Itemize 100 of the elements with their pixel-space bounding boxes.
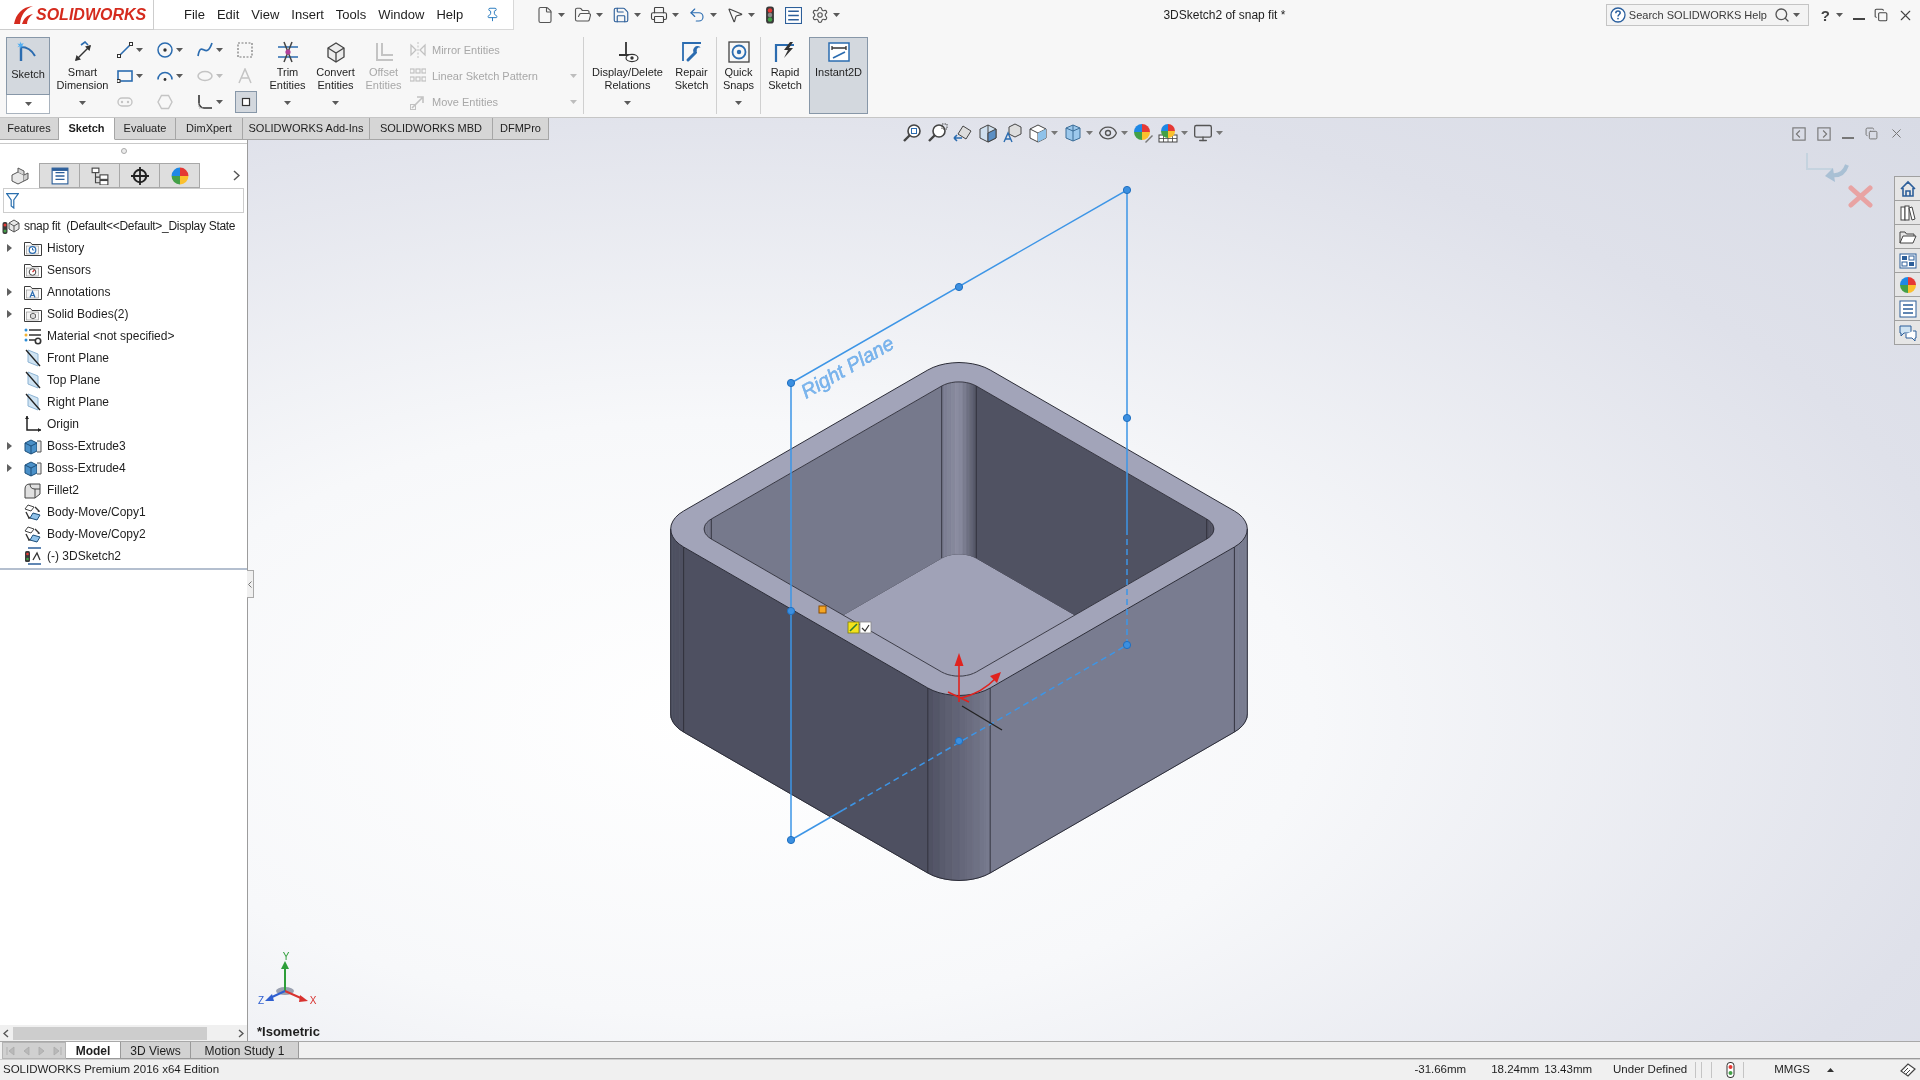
tree-item[interactable]: Sensors xyxy=(0,259,247,281)
pin-button[interactable] xyxy=(485,7,501,22)
part-icon xyxy=(2,217,21,235)
instant2d-button[interactable]: Instant2D xyxy=(809,37,868,114)
tree-item[interactable]: Body-Move/Copy2 xyxy=(0,523,247,545)
zoom-area-icon xyxy=(928,123,948,143)
menu-item[interactable]: Help xyxy=(430,8,470,21)
display-delete-relations-button[interactable]: Display/Delete Relations xyxy=(588,37,667,114)
circle-icon xyxy=(157,42,173,58)
tree-item[interactable]: Annotations xyxy=(0,281,247,303)
tree-item[interactable]: History xyxy=(0,237,247,259)
expand-arrow-icon xyxy=(7,442,12,450)
tree-item[interactable]: Boss-Extrude4 xyxy=(0,457,247,479)
manager-tab[interactable] xyxy=(40,163,80,188)
menu-item[interactable]: File xyxy=(178,8,211,21)
tree-item[interactable]: Top Plane xyxy=(0,369,247,391)
sketch-status: Under Defined xyxy=(1613,1062,1688,1078)
zoom-area-button[interactable] xyxy=(928,123,948,143)
tree-item[interactable]: Solid Bodies(2) xyxy=(0,303,247,325)
move-copy-icon xyxy=(24,525,42,543)
view-close-button[interactable] xyxy=(1889,126,1904,141)
smart-dimension-button[interactable]: Smart Dimension xyxy=(54,37,111,114)
tree-item[interactable]: Front Plane xyxy=(0,347,247,369)
tree-item[interactable]: Material <not specified> xyxy=(0,325,247,347)
menu-item[interactable]: Tools xyxy=(329,8,373,21)
coordinate-readout: 13.43mm xyxy=(1544,1062,1593,1078)
view-restore-button[interactable] xyxy=(1865,127,1878,140)
previous-view-button[interactable] xyxy=(953,123,973,143)
rapid-sketch-button[interactable]: Rapid Sketch xyxy=(765,37,805,114)
view-settings-button[interactable] xyxy=(1193,123,1223,143)
manager-tab[interactable] xyxy=(80,163,120,188)
unit-system-button[interactable]: MMGS xyxy=(1774,1061,1834,1079)
cube-folder-icon xyxy=(24,305,42,323)
model-view-tab[interactable]: Motion Study 1 xyxy=(191,1042,299,1059)
monitor-icon xyxy=(1193,123,1213,143)
ribbon-tab[interactable]: SOLIDWORKS Add-Ins xyxy=(243,118,370,140)
sketch-button[interactable]: Sketch xyxy=(6,37,50,95)
apply-scene-button[interactable] xyxy=(1158,123,1188,143)
menu-item[interactable]: Edit xyxy=(210,8,246,21)
tree-item[interactable]: (-) 3DSketch2 xyxy=(0,545,247,567)
list-tab[interactable] xyxy=(1895,297,1920,321)
model-view-tab[interactable]: Model xyxy=(66,1042,121,1059)
tree-item[interactable]: Body-Move/Copy1 xyxy=(0,501,247,523)
sketch-point-icon[interactable] xyxy=(786,835,796,845)
sketch-point-icon[interactable] xyxy=(786,378,796,388)
edit-appearance-button[interactable] xyxy=(1133,123,1153,143)
quick-snaps-button[interactable]: Quick Snaps xyxy=(721,37,756,114)
search-box[interactable]: Search SOLIDWORKS Help xyxy=(1605,4,1809,26)
repair-sketch-button[interactable]: Repair Sketch xyxy=(671,37,712,114)
ribbon-tab[interactable]: Evaluate xyxy=(115,118,176,140)
dynamic-annotation-button[interactable] xyxy=(1003,123,1023,143)
display-style-button[interactable] xyxy=(1063,123,1093,143)
convert-entities-button[interactable]: Convert Entities xyxy=(313,37,358,114)
menu-item[interactable]: Window xyxy=(372,8,431,21)
tree-item[interactable]: Fillet2 xyxy=(0,479,247,501)
sketch-point-icon[interactable] xyxy=(1122,413,1132,423)
plane-icon xyxy=(24,371,42,389)
circle-button[interactable] xyxy=(155,39,185,61)
view-orientation-button[interactable] xyxy=(1028,123,1058,143)
point-button[interactable] xyxy=(235,91,257,113)
sketch-point-icon[interactable] xyxy=(786,606,796,616)
restore-button[interactable] xyxy=(1874,8,1888,22)
ribbon-tab[interactable]: DFMPro xyxy=(493,118,549,140)
tree-root-item[interactable]: snap fit (Default<<Default>_Display State xyxy=(0,215,247,237)
scrollbar-thumb[interactable] xyxy=(13,1026,207,1040)
model-view-tab[interactable]: 3D Views xyxy=(121,1042,191,1059)
annotated-cube-icon xyxy=(1003,123,1023,143)
sketch-line[interactable] xyxy=(961,705,1003,731)
tree-item[interactable]: Origin xyxy=(0,413,247,435)
tree-structure-icon xyxy=(90,166,109,185)
menu-item[interactable]: Insert xyxy=(285,8,330,21)
tile-right-button[interactable] xyxy=(1817,126,1831,141)
panel-expand-button[interactable] xyxy=(233,170,240,181)
ribbon-tab[interactable]: Features xyxy=(0,118,59,140)
sketch-point-icon[interactable] xyxy=(1122,185,1132,195)
manager-tab[interactable] xyxy=(120,163,160,188)
wrench-icon xyxy=(680,41,703,63)
quick-tips-button[interactable] xyxy=(1900,1062,1916,1078)
filter-field[interactable] xyxy=(3,188,244,213)
tile-left-button[interactable] xyxy=(1792,126,1806,141)
section-view-button[interactable] xyxy=(978,123,998,143)
trim-entities-button[interactable]: Trim Entities xyxy=(266,37,309,114)
expand-arrow-icon xyxy=(7,310,12,318)
tree-item[interactable]: Boss-Extrude3 xyxy=(0,435,247,457)
sketch-point-icon[interactable] xyxy=(954,282,964,292)
tree-item[interactable]: Right Plane xyxy=(0,391,247,413)
help-button[interactable]: ? xyxy=(1820,7,1830,23)
chevron-right-icon xyxy=(233,170,240,181)
search-field[interactable]: Search SOLIDWORKS Help xyxy=(1628,6,1771,24)
line-button[interactable] xyxy=(115,39,145,61)
ribbon-tab[interactable]: DimXpert xyxy=(176,118,243,140)
dimension-frame-icon xyxy=(827,41,850,63)
search-icon xyxy=(1773,7,1790,23)
caret-down-icon xyxy=(1051,131,1058,135)
tag-card-icon xyxy=(1900,1062,1916,1078)
panel-collapse-handle[interactable] xyxy=(247,570,254,598)
horizontal-scrollbar[interactable] xyxy=(0,1025,247,1041)
zoom-to-fit-button[interactable] xyxy=(903,123,923,143)
menu-item[interactable]: View xyxy=(245,8,286,21)
ribbon-tab[interactable]: SOLIDWORKS MBD xyxy=(370,118,493,140)
